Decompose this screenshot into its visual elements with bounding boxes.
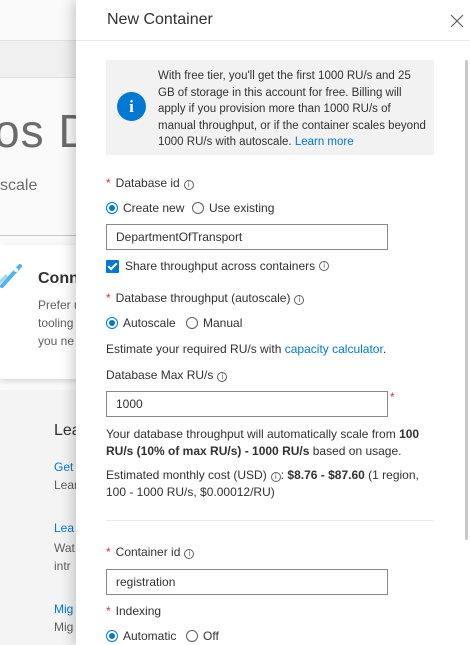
background-toolbar [0,40,80,78]
radio-button-selected[interactable] [106,202,118,214]
radio-button-selected[interactable] [106,630,118,642]
radio-create-new[interactable]: Create new [106,201,184,215]
database-id-label: * Database id i [106,176,194,190]
radio-label: Off [203,629,219,643]
background-card-title: Conn [38,270,79,287]
radio-indexing-automatic[interactable]: Automatic [106,629,176,643]
background-link[interactable]: Lea [54,521,74,535]
max-rus-label-text: Database Max RU/s [106,368,214,382]
info-circle-icon[interactable]: i [217,372,228,382]
share-throughput-checkbox[interactable]: Share throughput across containers i [106,259,330,273]
background-card-line: Prefer u [38,298,81,312]
background-card-line: you ne [38,334,75,348]
radio-label: Autoscale [123,316,176,330]
autoscale-note-end: based on usage. [312,444,402,458]
background-text: Lear [54,478,79,492]
radio-label: Use existing [209,201,275,215]
container-id-input[interactable]: registration [106,569,388,595]
radio-autoscale[interactable]: Autoscale [106,316,176,330]
background-divider [0,235,80,236]
container-id-label: * Container id i [106,545,195,559]
required-marker: * [106,291,111,305]
info-circle-icon[interactable]: i [184,549,195,559]
estimate-text: Estimate your required RU/s with capacit… [106,341,386,358]
cost-value: $8.76 - $87.60 [287,468,365,482]
max-rus-label: Database Max RU/s i [106,368,228,382]
background-text: Mig [54,620,74,634]
max-rus-input[interactable]: 1000 [106,391,388,417]
radio-manual[interactable]: Manual [186,316,242,330]
required-marker: * [106,545,111,559]
indexing-label-text: Indexing [115,604,162,618]
background-card-line: tooling [38,316,74,330]
rocket-icon [0,264,22,288]
radio-label: Create new [123,201,185,215]
info-circle-icon[interactable]: i [294,295,305,305]
info-text: With free tier, you'll get the first 100… [158,68,430,151]
radio-button-selected[interactable] [106,317,118,329]
info-circle-icon[interactable]: i [270,472,281,482]
info-circle-icon[interactable]: i [183,180,194,190]
container-id-label-text: Container id [115,545,181,559]
background-text: Wat [54,541,75,555]
info-message: With free tier, you'll get the first 100… [158,70,426,148]
checkbox-checked[interactable] [106,259,119,273]
autoscale-note: Your database throughput will automatica… [106,426,436,460]
database-id-label-text: Database id [115,176,180,190]
cost-colon: : [280,468,285,482]
required-marker: * [106,604,111,618]
section-divider [106,520,434,521]
autoscale-note-text: Your database throughput will automatica… [106,427,396,441]
estimate-text-prefix: Estimate your required RU/s with [106,342,282,356]
database-id-input[interactable]: DepartmentOfTransport [106,224,388,250]
info-icon: i [117,92,146,121]
estimated-cost: Estimated monthly cost (USD) i: $8.76 - $… [106,467,436,501]
radio-indexing-off[interactable]: Off [186,629,219,643]
share-throughput-label: Share throughput across containers [125,259,316,273]
indexing-label: * Indexing [106,604,161,618]
panel-scrollbar[interactable] [465,60,468,540]
learn-more-link[interactable]: Learn more [295,136,354,148]
capacity-calculator-link[interactable]: capacity calculator [285,342,383,356]
new-container-panel: New Container i With free tier, you'll g… [76,0,470,645]
database-throughput-label-text: Database throughput (autoscale) [115,291,291,305]
background-link[interactable]: Mig [54,602,73,616]
background-link[interactable]: Get [54,460,73,474]
radio-use-existing[interactable]: Use existing [192,201,274,215]
radio-button[interactable] [186,630,198,642]
info-circle-icon[interactable]: i [319,261,330,271]
free-tier-info-box: i With free tier, you'll get the first 1… [106,60,434,155]
close-icon[interactable] [450,14,464,28]
radio-button[interactable] [186,317,198,329]
background-text: intr [54,559,71,573]
background-hero-subtitle: scale [0,177,38,194]
radio-button[interactable] [192,202,204,214]
radio-label: Manual [203,316,243,330]
panel-title: New Container [107,11,213,28]
database-throughput-label: * Database throughput (autoscale) i [106,291,305,305]
estimate-text-end: . [382,342,387,356]
panel-header: New Container [76,0,470,41]
required-marker: * [106,176,111,190]
radio-label: Automatic [123,629,177,643]
required-marker: * [390,390,395,404]
cost-label: Estimated monthly cost (USD) [106,468,267,482]
